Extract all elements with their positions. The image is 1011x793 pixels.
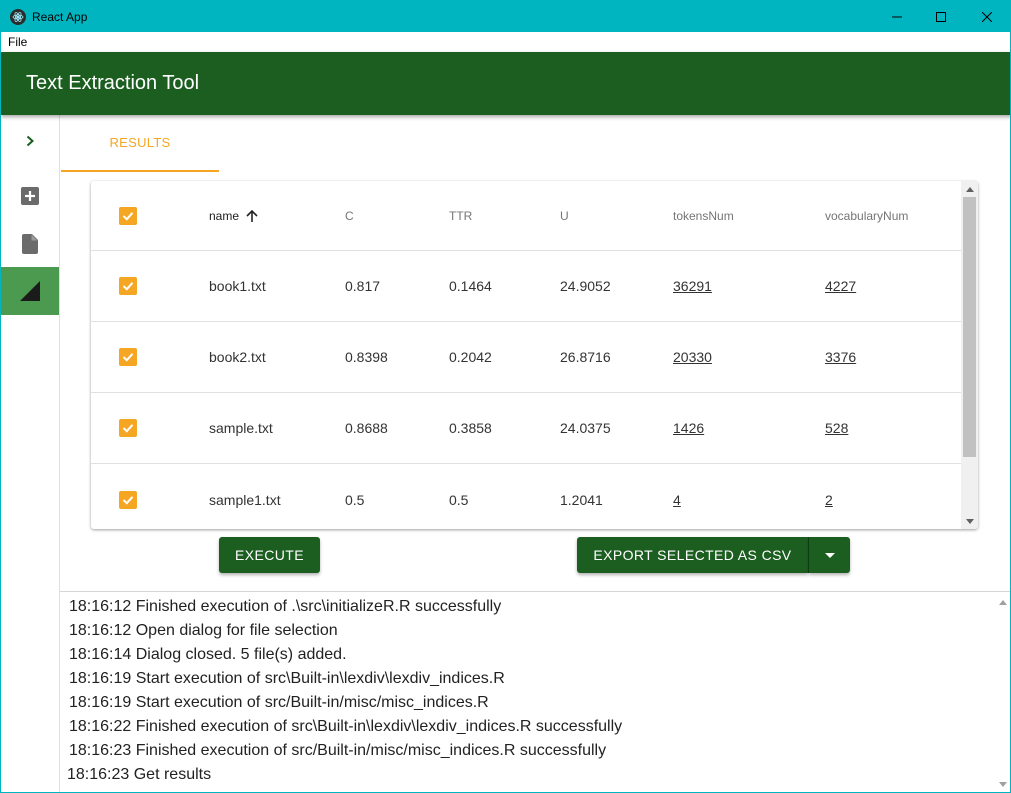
close-button[interactable] <box>964 1 1010 32</box>
menu-file[interactable]: File <box>8 35 27 49</box>
log-scrollbar[interactable] <box>994 592 1010 792</box>
header-name[interactable]: name <box>209 181 259 250</box>
cell-c: 0.817 <box>345 278 381 294</box>
electron-app-icon <box>10 8 26 25</box>
add-box-icon <box>21 187 39 205</box>
cell-ttr: 0.2042 <box>449 349 492 365</box>
results-table: name C TTR U tokensNum vocabularyNum boo <box>91 181 978 529</box>
check-icon <box>122 282 134 291</box>
row-checkbox-cell <box>119 464 137 529</box>
maximize-button[interactable] <box>918 1 964 32</box>
execute-button[interactable]: EXECUTE <box>219 537 320 573</box>
sidebar-item-file[interactable] <box>1 220 59 268</box>
cell-tokens-num-link[interactable]: 4 <box>673 464 681 529</box>
cell-c: 0.8688 <box>345 420 388 436</box>
scroll-down-arrow-icon[interactable] <box>961 514 978 528</box>
title-bar: React App <box>1 1 1010 32</box>
minimize-button[interactable] <box>874 1 920 32</box>
scroll-down-arrow-icon[interactable] <box>994 777 1010 791</box>
cell-tokens-num-link[interactable]: 36291 <box>673 251 712 321</box>
app-window: React App File Text Extraction Tool RESU… <box>0 0 1011 793</box>
table-row[interactable]: sample1.txt 0.5 0.5 1.2041 4 2 <box>91 464 961 529</box>
log-line: 18:16:19 Start execution of src/Built-in… <box>69 694 489 711</box>
log-line: 18:16:14 Dialog closed. 5 file(s) added. <box>69 646 347 663</box>
header-vocabulary-num[interactable]: vocabularyNum <box>825 181 908 250</box>
chevron-right-icon <box>26 135 34 147</box>
maximize-icon <box>936 11 946 22</box>
select-all-cell <box>119 181 137 250</box>
header-name-label: name <box>209 208 240 223</box>
signal-triangle-icon <box>20 281 40 301</box>
cell-name: book1.txt <box>209 278 266 294</box>
header-tokens-num[interactable]: tokensNum <box>673 181 734 250</box>
window-title: React App <box>32 9 88 24</box>
log-line: 18:16:12 Finished execution of .\src\ini… <box>69 598 502 615</box>
cell-u: 24.0375 <box>560 420 611 436</box>
table-row[interactable]: book2.txt 0.8398 0.2042 26.8716 20330 33… <box>91 322 961 393</box>
table-scrollbar-thumb[interactable] <box>963 197 976 457</box>
row-checkbox[interactable] <box>119 419 137 437</box>
log-line: 18:16:22 Finished execution of src\Built… <box>69 718 623 735</box>
app-title: Text Extraction Tool <box>26 72 200 94</box>
log-panel[interactable]: 18:16:12 Finished execution of .\src\ini… <box>60 591 1010 792</box>
log-lines: 18:16:12 Finished execution of .\src\ini… <box>67 595 623 787</box>
cell-u: 1.2041 <box>560 491 603 508</box>
sidebar-item-results[interactable] <box>1 267 59 315</box>
log-line: 18:16:23 Get results <box>67 766 212 783</box>
cell-c: 0.8398 <box>345 349 388 365</box>
row-checkbox-cell <box>119 322 137 392</box>
check-icon <box>122 353 134 362</box>
log-line: 18:16:23 Finished execution of src/Built… <box>69 742 607 759</box>
cell-ttr: 0.1464 <box>449 278 492 294</box>
cell-u: 26.8716 <box>560 349 611 365</box>
file-icon <box>22 234 38 254</box>
export-options-dropdown-button[interactable] <box>809 537 850 573</box>
cell-vocabulary-num-link[interactable]: 3376 <box>825 322 856 392</box>
cell-name: sample1.txt <box>209 491 281 508</box>
cell-ttr: 0.5 <box>449 491 469 508</box>
caret-down-icon <box>824 552 835 558</box>
check-icon <box>122 495 134 505</box>
cell-ttr: 0.3858 <box>449 420 492 436</box>
row-checkbox[interactable] <box>119 348 137 366</box>
header-u[interactable]: U <box>560 181 569 250</box>
close-icon <box>982 11 992 22</box>
table-scrollbar[interactable] <box>961 181 978 529</box>
cell-name: book2.txt <box>209 349 266 365</box>
app-bar: Text Extraction Tool <box>1 52 1010 115</box>
check-icon <box>122 424 134 433</box>
select-all-checkbox[interactable] <box>119 206 137 225</box>
log-line: 18:16:12 Open dialog for file selection <box>69 622 338 639</box>
scroll-up-arrow-icon[interactable] <box>994 595 1010 609</box>
table-row[interactable]: book1.txt 0.817 0.1464 24.9052 36291 422… <box>91 251 961 322</box>
check-icon <box>122 211 134 221</box>
cell-vocabulary-num-link[interactable]: 4227 <box>825 251 856 321</box>
minimize-icon <box>892 16 902 17</box>
tab-results[interactable]: RESULTS <box>61 115 219 172</box>
table-row[interactable]: sample.txt 0.8688 0.3858 24.0375 1426 52… <box>91 393 961 464</box>
cell-u: 24.9052 <box>560 278 611 294</box>
results-table-body: name C TTR U tokensNum vocabularyNum boo <box>91 181 961 529</box>
row-checkbox-cell <box>119 393 137 463</box>
row-checkbox[interactable] <box>119 490 137 509</box>
row-checkbox-cell <box>119 251 137 321</box>
export-selected-csv-button[interactable]: EXPORT SELECTED AS CSV <box>577 537 808 573</box>
cell-tokens-num-link[interactable]: 20330 <box>673 322 712 392</box>
menu-bar: File <box>1 32 1010 52</box>
table-header-row: name C TTR U tokensNum vocabularyNum <box>91 181 961 251</box>
cell-c: 0.5 <box>345 491 365 508</box>
row-checkbox[interactable] <box>119 277 137 295</box>
header-ttr[interactable]: TTR <box>449 181 472 250</box>
sidebar-expand-button[interactable] <box>1 117 59 165</box>
cell-vocabulary-num-link[interactable]: 528 <box>825 393 848 463</box>
cell-tokens-num-link[interactable]: 1426 <box>673 393 704 463</box>
cell-name: sample.txt <box>209 420 273 436</box>
arrow-up-icon <box>245 209 259 223</box>
sidebar <box>1 115 60 792</box>
header-c[interactable]: C <box>345 181 354 250</box>
scroll-up-arrow-icon[interactable] <box>961 182 978 196</box>
log-line: 18:16:19 Start execution of src\Built-in… <box>69 670 505 687</box>
cell-vocabulary-num-link[interactable]: 2 <box>825 464 833 529</box>
sidebar-item-add[interactable] <box>1 172 59 220</box>
